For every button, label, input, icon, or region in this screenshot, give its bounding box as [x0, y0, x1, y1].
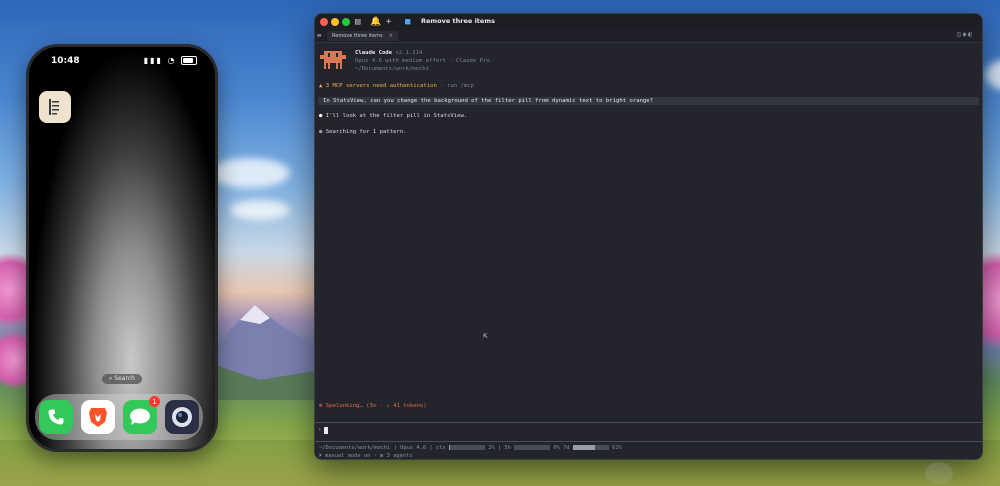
- mountain-range: [200, 305, 320, 400]
- status-line: ~/Documents/work/mochi | Opus 4.6 | ctx …: [319, 445, 622, 451]
- title-bar[interactable]: ▤ 🔔 + ■ Remove three items: [315, 14, 982, 30]
- warning-hint: · run /mcp: [440, 83, 474, 89]
- dock-app-brave[interactable]: [81, 400, 115, 434]
- seven-day-usage-bar: [572, 445, 609, 450]
- app-name: Claude Code: [355, 50, 393, 56]
- ctx-usage-bar: [448, 445, 485, 450]
- mouse-pointer-icon: ⇱: [483, 331, 488, 340]
- text-cursor: [324, 427, 328, 434]
- cloud: [210, 158, 290, 188]
- terminal-content[interactable]: Claude Code v2.1.214 Opus 4.6 with mediu…: [315, 42, 982, 459]
- activity-bullet-icon: ●: [319, 129, 323, 135]
- mode-line: ⏵ manual mode on · ⊞ 3 agents: [319, 453, 413, 459]
- prompt-input[interactable]: ›: [315, 422, 982, 442]
- seven-day-percent: 61%: [612, 445, 622, 451]
- five-hour-label: 5h: [504, 445, 511, 451]
- app-header: Claude Code v2.1.214: [355, 50, 422, 56]
- reply-text: I'll look at the filter pill in StatsVie…: [325, 113, 468, 119]
- working-directory: ~/Documents/work/mochi: [355, 66, 430, 72]
- dock-app-camera[interactable]: [165, 400, 199, 434]
- tab-label: Remove three items: [332, 33, 383, 39]
- model-info: Opus 4.6 with medium effort · Claude Pro: [355, 58, 490, 64]
- zoom-window-button[interactable]: [342, 18, 350, 26]
- app-version: v2.1.214: [395, 50, 423, 56]
- phone-dock: 1: [35, 394, 203, 440]
- activity-text: Searching for 1 pattern.: [325, 129, 407, 135]
- warning-text: ▲ 3 MCP servers need authentication: [319, 83, 437, 89]
- phone-icon: [48, 409, 64, 425]
- prompt-caret-icon: ›: [318, 427, 322, 433]
- thinking-spinner: ✻ Spelunking… (3s · ↓ 41 tokens): [319, 403, 427, 409]
- terminal-window[interactable]: ▤ 🔔 + ■ Remove three items ⌨ Remove thre…: [314, 13, 983, 460]
- split-view-icons[interactable]: ◫◉◧: [957, 31, 974, 38]
- tool-activity: ● Searching for 1 pattern.: [319, 129, 407, 135]
- user-prompt: In StatsView, can you change the backgro…: [318, 97, 979, 105]
- close-window-button[interactable]: [320, 18, 328, 26]
- seven-day-label: 7d: [563, 445, 570, 451]
- sidebar-toggle-icon[interactable]: ▤: [355, 16, 360, 28]
- notification-badge: 1: [149, 396, 160, 407]
- tab-close-icon[interactable]: ×: [389, 33, 393, 39]
- tab-remove-three-items[interactable]: Remove three items ×: [327, 31, 398, 41]
- terminal-icon: ⌨: [317, 32, 322, 40]
- phone-clock: 10:48: [51, 56, 80, 66]
- home-search-pill[interactable]: ⌕ Search: [102, 374, 142, 384]
- dock-app-messages[interactable]: 1: [123, 396, 160, 434]
- wifi-icon: ◔: [167, 56, 177, 65]
- signal-icon: ▮▮▮: [143, 56, 163, 65]
- folder-icon: ■: [405, 17, 411, 27]
- cloud: [230, 200, 290, 220]
- status-model: Opus 4.6: [400, 445, 427, 451]
- reply-bullet-icon: ●: [319, 113, 323, 119]
- window-title: Remove three items: [421, 17, 495, 25]
- search-label: Search: [114, 375, 135, 382]
- five-hour-percent: 0%: [553, 445, 560, 451]
- camera-lens-icon: [172, 407, 192, 427]
- ctx-percent: 2%: [488, 445, 495, 451]
- cloud: [985, 60, 1000, 90]
- notes-app-icon[interactable]: [39, 91, 71, 123]
- phone-simulator[interactable]: 10:48 ▮▮▮ ◔ ⌕ Search 1: [26, 44, 218, 452]
- search-icon: ⌕: [109, 375, 113, 382]
- new-tab-plus-icon[interactable]: +: [386, 16, 391, 28]
- mcp-warning: ▲ 3 MCP servers need authentication · ru…: [319, 83, 474, 89]
- phone-status-icons: ▮▮▮ ◔: [144, 56, 197, 65]
- status-path: ~/Documents/work/mochi: [319, 445, 391, 451]
- claude-mascot-icon: [320, 51, 346, 69]
- assistant-reply: ● I'll look at the filter pill in StatsV…: [319, 113, 467, 119]
- brave-lion-icon: [89, 408, 107, 427]
- minimize-window-button[interactable]: [331, 18, 339, 26]
- ctx-label: ctx: [435, 445, 446, 451]
- battery-icon: [181, 56, 197, 65]
- notification-bell-icon[interactable]: 🔔: [370, 16, 381, 28]
- dock-app-phone[interactable]: [39, 400, 73, 434]
- document-icon: [49, 99, 59, 115]
- five-hour-usage-bar: [514, 445, 551, 450]
- message-bubble-icon: [130, 408, 150, 425]
